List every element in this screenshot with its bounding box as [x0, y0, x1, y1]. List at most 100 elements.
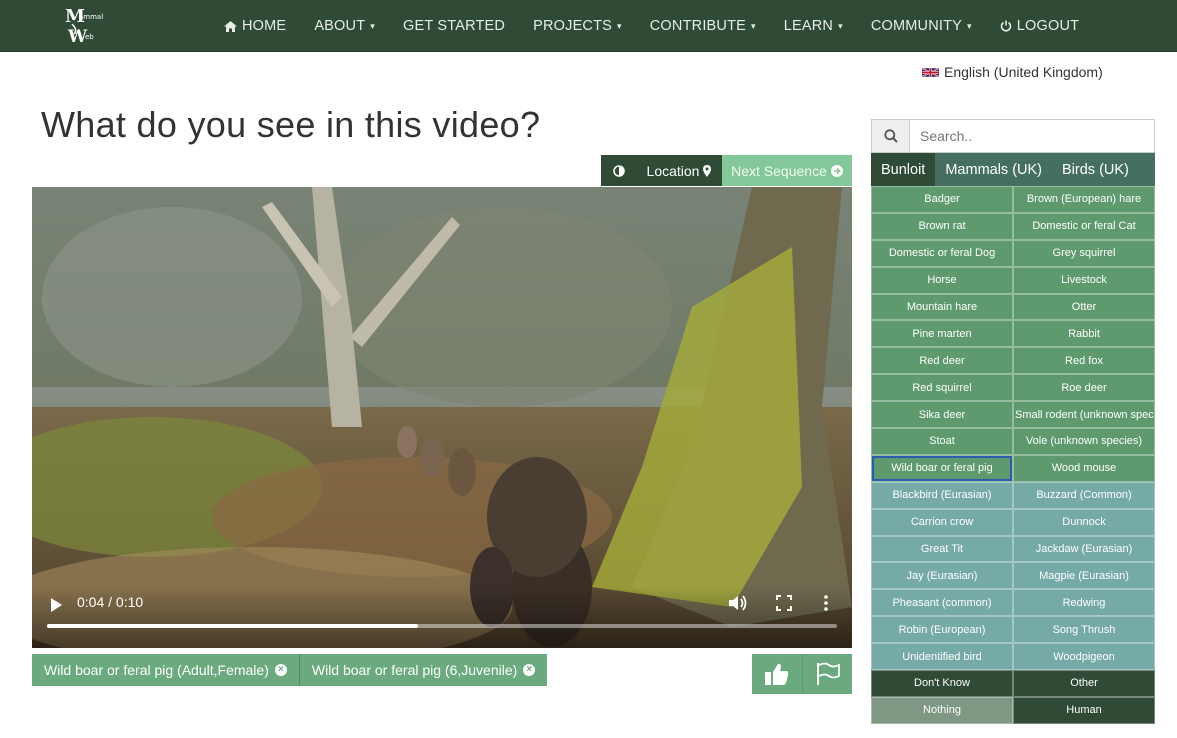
nav-logout[interactable]: LOGOUT [986, 0, 1093, 52]
species-button-red-fox[interactable]: Red fox [1013, 347, 1155, 375]
caret-down-icon: ▾ [617, 20, 622, 31]
nav-label: GET STARTED [402, 18, 506, 34]
species-button-great-tit[interactable]: Great Tit [871, 535, 1013, 563]
nav-community[interactable]: COMMUNITY ▾ [857, 0, 986, 52]
nav-label: HOME [242, 18, 287, 34]
species-button-wild-boar-or-feral-pig[interactable]: Wild boar or feral pig [871, 454, 1013, 482]
caret-down-icon: ▾ [370, 20, 375, 31]
species-button-vole-unknown-species[interactable]: Vole (unknown species) [1013, 428, 1155, 455]
search-input[interactable] [910, 120, 1154, 152]
remove-tag-icon[interactable]: × [523, 664, 536, 676]
arrow-circle-right-icon [830, 164, 843, 177]
species-button-rabbit[interactable]: Rabbit [1013, 320, 1155, 348]
annotation-tag: Wild boar or feral pig (6,Juvenile) × [300, 654, 547, 686]
species-button-jackdaw-eurasian[interactable]: Jackdaw (Eurasian) [1013, 535, 1155, 563]
flag-icon [816, 662, 840, 685]
species-button-nothing[interactable]: Nothing [871, 696, 1013, 724]
species-button-red-deer[interactable]: Red deer [871, 347, 1013, 375]
annotation-tag-label: Wild boar or feral pig (6,Juvenile) [311, 662, 518, 678]
species-button-magpie-eurasian[interactable]: Magpie (Eurasian) [1013, 562, 1155, 590]
nav-get-started[interactable]: GET STARTED [389, 0, 519, 52]
remove-tag-icon[interactable]: × [274, 664, 287, 676]
species-button-domestic-or-feral-cat[interactable]: Domestic or feral Cat [1013, 212, 1155, 240]
species-button-brown-european-hare[interactable]: Brown (European) hare [1013, 186, 1155, 213]
species-button-domestic-or-feral-dog[interactable]: Domestic or feral Dog [871, 239, 1013, 267]
species-button-otter[interactable]: Otter [1013, 293, 1155, 321]
video-progress-bar[interactable] [47, 624, 837, 628]
location-button[interactable]: Location [636, 155, 722, 186]
tab-bunloit[interactable]: Bunloit [871, 153, 936, 186]
nav-label: PROJECTS [533, 18, 613, 34]
contrast-button[interactable] [601, 155, 636, 186]
species-button-human[interactable]: Human [1013, 696, 1155, 724]
species-button-woodpigeon[interactable]: Woodpigeon [1013, 643, 1155, 671]
species-button-livestock[interactable]: Livestock [1013, 266, 1155, 294]
search-addon [872, 120, 910, 152]
species-button-red-squirrel[interactable]: Red squirrel [871, 374, 1013, 402]
nav-label: LEARN [783, 18, 834, 34]
species-button-small-rodent-unknown-species[interactable]: Small rodent (unknown species) [1013, 401, 1155, 429]
nav-learn[interactable]: LEARN ▾ [770, 0, 857, 52]
species-button-pheasant-common[interactable]: Pheasant (common) [871, 589, 1013, 617]
tab-birds-uk[interactable]: Birds (UK) [1052, 153, 1139, 186]
species-button-badger[interactable]: Badger [871, 186, 1013, 213]
action-buttons [752, 654, 852, 694]
species-button-horse[interactable]: Horse [871, 266, 1013, 294]
top-navbar: M ammal W eb HOME ABOUT ▾ GET STARTED PROJEC… [0, 0, 1177, 52]
species-button-redwing[interactable]: Redwing [1013, 589, 1155, 617]
more-options-icon[interactable] [822, 594, 830, 612]
species-button-carrion-crow[interactable]: Carrion crow [871, 508, 1013, 536]
contrast-icon [612, 164, 625, 177]
nav-projects[interactable]: PROJECTS ▾ [519, 0, 636, 52]
mammalweb-logo[interactable]: M ammal W eb [62, 2, 110, 50]
svg-text:ammal: ammal [79, 13, 103, 21]
species-button-sika-deer[interactable]: Sika deer [871, 401, 1013, 429]
power-icon [1000, 20, 1011, 32]
species-button-grey-squirrel[interactable]: Grey squirrel [1013, 239, 1155, 267]
fullscreen-icon[interactable] [776, 595, 792, 611]
species-button-unidentified-bird[interactable]: Unidentified bird [871, 643, 1013, 671]
species-button-song-thrush[interactable]: Song Thrush [1013, 616, 1155, 644]
like-button[interactable] [752, 654, 802, 694]
species-button-buzzard-common[interactable]: Buzzard (Common) [1013, 481, 1155, 509]
uk-flag-icon [922, 66, 939, 78]
species-search [871, 119, 1155, 153]
species-button-don-t-know[interactable]: Don't Know [871, 670, 1013, 697]
species-button-dunnock[interactable]: Dunnock [1013, 508, 1155, 536]
caret-down-icon: ▾ [751, 20, 756, 31]
nav-about[interactable]: ABOUT ▾ [300, 0, 389, 52]
video-toolbar: Location Next Sequence [601, 155, 852, 186]
species-button-pine-marten[interactable]: Pine marten [871, 320, 1013, 348]
next-sequence-button[interactable]: Next Sequence [722, 155, 852, 186]
nav-home[interactable]: HOME [210, 0, 300, 52]
video-progress-fill [47, 624, 419, 628]
location-label: Location [646, 162, 700, 179]
video-player[interactable]: 0:04 / 0:10 [32, 187, 852, 648]
species-button-other[interactable]: Other [1013, 670, 1155, 697]
species-grid: Badger Brown (European) hare Brown rat Dome… [871, 186, 1155, 724]
video-time: 0:04 / 0:10 [77, 594, 144, 610]
main-menu: HOME ABOUT ▾ GET STARTED PROJECTS ▾ CONTRIBUTE… [210, 0, 1093, 52]
volume-icon[interactable] [728, 594, 748, 612]
language-selector[interactable]: English (United Kingdom) [922, 64, 1103, 80]
species-button-roe-deer[interactable]: Roe deer [1013, 374, 1155, 402]
species-button-brown-rat[interactable]: Brown rat [871, 212, 1013, 240]
species-button-wood-mouse[interactable]: Wood mouse [1013, 454, 1155, 482]
logo-image: M ammal W eb [65, 6, 103, 47]
play-icon[interactable] [48, 597, 64, 613]
species-button-jay-eurasian[interactable]: Jay (Eurasian) [871, 562, 1013, 590]
species-button-blackbird-eurasian[interactable]: Blackbird (Eurasian) [871, 481, 1013, 509]
species-button-robin-european[interactable]: Robin (European) [871, 616, 1013, 644]
video-controls: 0:04 / 0:10 [32, 586, 852, 648]
language-label: English (United Kingdom) [944, 64, 1103, 80]
annotation-tag: Wild boar or feral pig (Adult,Female) × [32, 654, 300, 686]
page-title: What do you see in this video? [41, 104, 541, 145]
nav-label: CONTRIBUTE [649, 18, 747, 34]
home-icon [224, 20, 237, 32]
svg-text:eb: eb [85, 33, 94, 41]
species-button-mountain-hare[interactable]: Mountain hare [871, 293, 1013, 321]
species-button-stoat[interactable]: Stoat [871, 428, 1013, 455]
tab-mammals-uk[interactable]: Mammals (UK) [935, 153, 1052, 186]
nav-contribute[interactable]: CONTRIBUTE ▾ [636, 0, 770, 52]
flag-button[interactable] [802, 654, 852, 694]
